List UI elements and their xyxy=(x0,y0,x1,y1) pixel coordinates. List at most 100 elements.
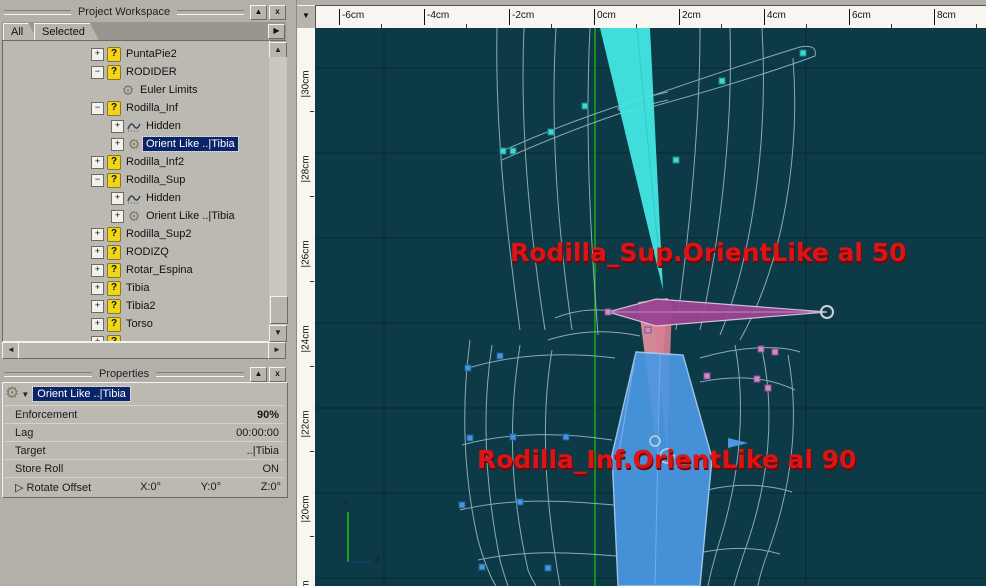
collapse-icon[interactable]: − xyxy=(91,66,104,79)
expand-icon[interactable]: + xyxy=(91,246,104,259)
workspace-minimize-button[interactable]: ▲ xyxy=(250,4,268,20)
tree-item-label[interactable]: Tibia xyxy=(123,281,152,295)
collapse-icon[interactable]: − xyxy=(91,102,104,115)
tree-item-puntapie2[interactable]: +? PuntaPie2 xyxy=(3,45,269,63)
tree-item-label[interactable]: Orient Like ..|Tibia xyxy=(143,209,238,223)
tree-item-orient-like-tibia[interactable]: + ⚙ Orient Like ..|Tibia xyxy=(3,135,269,153)
titlebar-groove xyxy=(4,9,71,15)
expand-icon[interactable]: + xyxy=(91,156,104,169)
tab-overflow-button[interactable]: ▶ xyxy=(268,24,285,39)
v-ruler-minor-tick xyxy=(310,111,314,112)
tree-item-label[interactable]: Rodilla_Inf xyxy=(123,101,181,115)
expand-icon[interactable]: + xyxy=(91,48,104,61)
h-ruler-label: 8cm xyxy=(934,9,956,25)
vertical-ruler[interactable]: |30cm |28cm |26cm |24cm |22cm |20cm |18cm xyxy=(296,28,316,586)
property-value[interactable]: X:0° xyxy=(140,481,161,493)
v-ruler-minor-tick xyxy=(310,196,314,197)
tree-item-label[interactable]: Rodilla_Inf2 xyxy=(123,155,187,169)
tree-item-label[interactable]: Torso xyxy=(123,317,156,331)
expand-icon[interactable]: + xyxy=(111,138,124,151)
tree-item-label[interactable]: PuntaPie2 xyxy=(123,47,180,61)
tree-item-euler-limits[interactable]: ⚙ Euler Limits xyxy=(3,81,269,99)
tree-item-rotar-espina[interactable]: +? Rotar_Espina xyxy=(3,261,269,279)
property-value[interactable]: ..|Tibia xyxy=(247,445,279,457)
question-icon: ? xyxy=(107,244,121,260)
tree-item-rodilla-inf[interactable]: −? Rodilla_Inf xyxy=(3,99,269,117)
h-ruler-label: 4cm xyxy=(764,9,786,25)
tree-item-label[interactable]: Rotar_Espina xyxy=(123,263,196,277)
tree-vscrollbar[interactable] xyxy=(269,57,287,325)
expand-icon[interactable]: + xyxy=(91,282,104,295)
property-row-rotate-offset[interactable]: ▷ Rotate Offset X:0° Y:0° Z:0° xyxy=(5,477,283,496)
tree-item-hidden[interactable]: + Hidden xyxy=(3,189,269,207)
property-value[interactable]: 90% xyxy=(257,409,279,421)
property-label[interactable]: ▷ Rotate Offset xyxy=(15,481,91,494)
tree-item-rodizq[interactable]: +? RODIZQ xyxy=(3,243,269,261)
properties-close-button[interactable]: x xyxy=(269,366,287,382)
tree-item-torso[interactable]: +? Torso xyxy=(3,315,269,333)
v-ruler-label: |20cm xyxy=(300,495,312,523)
h-ruler-label: -4cm xyxy=(424,9,449,25)
horizontal-ruler[interactable]: -6cm -4cm -2cm 0cm 2cm 4cm 6cm 8cm xyxy=(315,5,986,30)
tree-item-hidden[interactable]: + Hidden xyxy=(3,117,269,135)
expand-icon[interactable]: + xyxy=(91,264,104,277)
tree-item-orient-like-tibia[interactable]: + ⚙ Orient Like ..|Tibia xyxy=(3,207,269,225)
property-row-store-roll[interactable]: Store Roll ON xyxy=(5,459,283,478)
property-value[interactable]: ON xyxy=(263,463,280,475)
property-value[interactable]: Y:0° xyxy=(201,481,221,493)
workspace-close-button[interactable]: x xyxy=(269,4,287,20)
curve-icon xyxy=(127,191,141,205)
expand-icon[interactable]: + xyxy=(111,120,124,133)
knee-diamond-effector[interactable] xyxy=(605,298,828,327)
ruler-options-button[interactable]: ▼ xyxy=(296,5,316,29)
property-value[interactable]: 00:00:00 xyxy=(236,427,279,439)
tree-item-label[interactable]: RODIZQ xyxy=(123,245,172,259)
properties-minimize-button[interactable]: ▲ xyxy=(250,366,268,382)
tree-item-label[interactable]: Rodilla_Sup xyxy=(123,173,188,187)
titlebar-groove xyxy=(4,371,92,377)
tree-item-label[interactable]: Hidden xyxy=(143,191,184,205)
tree-item-rodilla-inf2[interactable]: +? Rodilla_Inf2 xyxy=(3,153,269,171)
axis-indicator xyxy=(347,512,372,563)
tab-all[interactable]: All xyxy=(3,23,37,40)
property-row-enforcement[interactable]: Enforcement 90% xyxy=(5,405,283,424)
tree-vscroll-thumb[interactable] xyxy=(270,296,288,324)
expand-icon[interactable]: + xyxy=(91,228,104,241)
question-icon: ? xyxy=(107,226,121,242)
tree-item-label[interactable]: Rodilla_Sup2 xyxy=(123,227,194,241)
tree-item-label[interactable]: Euler Limits xyxy=(137,83,200,97)
properties-titlebar[interactable]: Properties ▲ x xyxy=(0,366,288,382)
expand-icon[interactable]: + xyxy=(111,192,124,205)
chevron-down-icon[interactable]: ▼ xyxy=(21,390,29,399)
tab-selected[interactable]: Selected xyxy=(34,23,99,40)
tree-item-label[interactable]: Tibia2 xyxy=(123,299,159,313)
tree-item-label[interactable]: RODIDER xyxy=(123,65,180,79)
tree-item-clipped[interactable]: +? xyxy=(3,333,269,341)
expand-icon[interactable]: + xyxy=(91,318,104,331)
project-workspace-panel: Project Workspace ▲ x All Selected ▶ +? P… xyxy=(0,0,288,366)
tree-item-tibia[interactable]: +? Tibia xyxy=(3,279,269,297)
v-ruler-label: |28cm xyxy=(300,155,312,183)
tree-item-label[interactable]: Hidden xyxy=(143,119,184,133)
tree-scroll-down-button[interactable]: ▼ xyxy=(269,325,287,342)
property-value[interactable]: Z:0° xyxy=(261,481,281,493)
expand-icon[interactable]: + xyxy=(91,300,104,313)
tree-item-rodider[interactable]: −? RODIDER xyxy=(3,63,269,81)
properties-header-label[interactable]: Orient Like ..|Tibia xyxy=(32,386,131,402)
workspace-titlebar[interactable]: Project Workspace ▲ x xyxy=(0,4,288,20)
scene-svg xyxy=(315,28,986,586)
tree-hscroll-thumb[interactable] xyxy=(18,342,270,359)
properties-title: Properties xyxy=(98,368,150,380)
viewport-canvas[interactable]: Y Z Rodilla_Sup.OrientLike al 50 Rodilla… xyxy=(315,28,986,586)
property-row-target[interactable]: Target ..|Tibia xyxy=(5,441,283,460)
tree-item-rodilla-sup2[interactable]: +? Rodilla_Sup2 xyxy=(3,225,269,243)
tree-item-rodilla-sup[interactable]: −? Rodilla_Sup xyxy=(3,171,269,189)
property-row-lag[interactable]: Lag 00:00:00 xyxy=(5,423,283,442)
panel-divider[interactable] xyxy=(288,0,297,586)
tree-item-label[interactable]: Orient Like ..|Tibia xyxy=(142,136,239,152)
tree-item-label[interactable] xyxy=(123,335,129,341)
collapse-icon[interactable]: − xyxy=(91,174,104,187)
tree-item-tibia2[interactable]: +? Tibia2 xyxy=(3,297,269,315)
expand-icon[interactable]: + xyxy=(111,210,124,223)
tree-scroll-right-button[interactable]: ► xyxy=(268,342,286,359)
